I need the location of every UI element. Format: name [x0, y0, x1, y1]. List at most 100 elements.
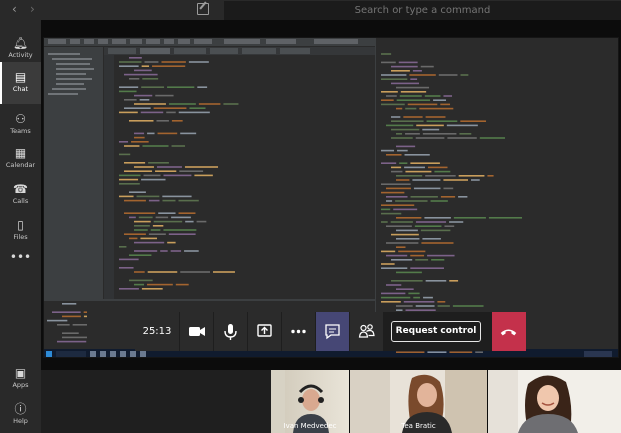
code-line	[129, 191, 146, 193]
code-line	[413, 187, 441, 190]
code-line	[62, 303, 77, 305]
compose-icon[interactable]	[197, 3, 209, 15]
code-line	[487, 175, 494, 177]
participant-video-tea[interactable]: Tea Bratic	[350, 370, 487, 433]
more-actions-button[interactable]	[282, 312, 315, 351]
code-line	[414, 225, 442, 227]
code-line	[124, 212, 156, 214]
rail-item-more[interactable]: •••	[0, 242, 41, 284]
code-line	[381, 296, 411, 299]
code-line	[425, 116, 446, 118]
code-line	[488, 217, 523, 219]
shared-screen-code	[47, 53, 523, 353]
code-line	[449, 280, 459, 282]
code-line	[175, 283, 189, 286]
code-line	[408, 292, 420, 295]
code-line	[124, 107, 151, 109]
code-line	[119, 267, 134, 269]
code-line	[471, 179, 480, 181]
camera-icon	[189, 327, 205, 336]
code-line	[223, 103, 239, 105]
code-line	[141, 86, 165, 88]
code-line	[194, 174, 213, 177]
code-line	[475, 351, 483, 353]
request-control-button[interactable]: Request control	[391, 321, 481, 342]
hang-up-button[interactable]	[492, 312, 526, 351]
code-line	[72, 324, 87, 326]
code-line	[452, 305, 484, 307]
code-line	[47, 319, 68, 322]
code-line	[386, 284, 402, 286]
code-line	[396, 305, 413, 307]
search-input[interactable]	[224, 1, 621, 20]
code-line	[143, 174, 161, 177]
code-line	[425, 280, 447, 282]
code-line	[134, 271, 145, 273]
code-line	[431, 259, 445, 261]
code-line	[167, 241, 176, 244]
code-line	[405, 309, 436, 311]
microphone-icon	[224, 324, 237, 340]
chat-button[interactable]	[316, 312, 349, 351]
more-icon: •••	[9, 250, 32, 264]
code-line	[62, 315, 81, 318]
code-line	[381, 263, 395, 265]
code-line	[424, 217, 451, 219]
code-line	[434, 170, 451, 173]
code-line	[119, 65, 139, 67]
code-line	[405, 133, 420, 135]
code-line	[178, 199, 199, 202]
code-line	[196, 220, 207, 223]
code-line	[381, 183, 411, 185]
camera-button[interactable]	[180, 312, 213, 351]
code-line	[129, 279, 153, 282]
microphone-button[interactable]	[214, 312, 247, 351]
participant-video-ivan[interactable]: Ivan Medvedec	[271, 370, 349, 433]
code-line	[447, 137, 477, 139]
participant-video-3[interactable]	[488, 370, 621, 433]
code-line	[446, 124, 478, 127]
code-line	[399, 95, 422, 97]
code-line	[155, 170, 177, 172]
code-line	[437, 305, 450, 307]
share-screen-button[interactable]	[248, 312, 281, 351]
rail-item-help[interactable]: ⓘ Help	[0, 394, 41, 433]
code-line	[119, 111, 138, 114]
code-line	[391, 70, 410, 72]
more-icon	[291, 329, 306, 334]
rail-item-chat[interactable]: ▤ Chat	[0, 62, 41, 104]
forward-arrow-icon[interactable]: ›	[30, 2, 35, 16]
code-line	[134, 94, 153, 97]
code-line	[381, 61, 396, 64]
code-line	[179, 170, 204, 172]
code-line	[381, 162, 397, 164]
code-line	[443, 187, 454, 190]
call-timer: 25:13	[135, 312, 179, 351]
code-line	[184, 166, 219, 168]
code-line	[119, 258, 139, 261]
help-icon: ⓘ	[14, 402, 27, 416]
code-line	[386, 242, 419, 244]
code-line	[391, 166, 402, 169]
code-line	[171, 120, 183, 122]
code-line	[134, 229, 148, 231]
code-line	[129, 254, 152, 256]
code-line	[393, 208, 418, 211]
code-line	[148, 233, 166, 235]
share-screen-icon	[257, 324, 272, 337]
code-line	[396, 246, 406, 248]
back-arrow-icon[interactable]: ‹	[12, 2, 17, 16]
participants-button[interactable]	[350, 312, 383, 351]
code-line	[197, 86, 208, 88]
title-bar: ‹ ›	[0, 0, 621, 20]
code-line	[158, 212, 176, 214]
code-line	[415, 221, 447, 223]
code-line	[381, 149, 395, 152]
code-line	[160, 250, 168, 252]
code-line	[168, 103, 196, 105]
code-line	[180, 132, 197, 135]
code-line	[419, 107, 454, 110]
code-line	[139, 99, 150, 101]
code-line	[140, 237, 158, 240]
code-line	[405, 170, 432, 173]
